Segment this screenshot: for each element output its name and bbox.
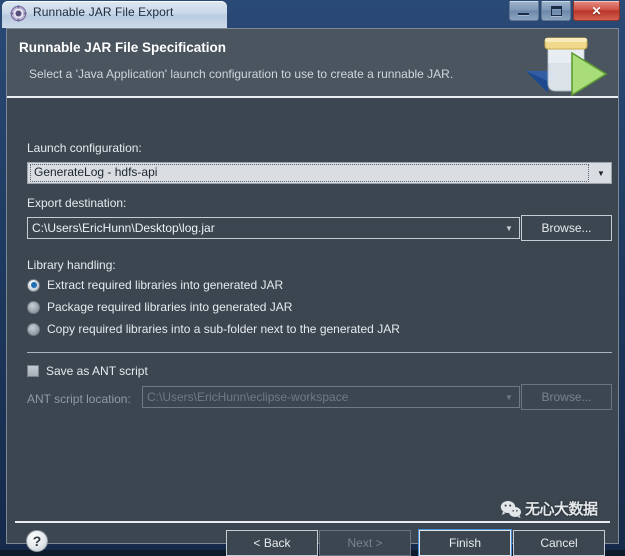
ant-browse-button-label: Browse... <box>541 390 592 404</box>
back-button-label: < Back <box>253 536 291 550</box>
finish-button-label: Finish <box>448 536 481 550</box>
library-handling-label-text: Library handling: <box>27 258 116 272</box>
next-button: Next > <box>319 530 411 556</box>
library-handling-label: Library handling: <box>27 258 116 272</box>
section-divider <box>27 352 612 353</box>
window-title: Runnable JAR File Export <box>33 5 174 19</box>
radio-copy-icon[interactable] <box>27 322 40 336</box>
cancel-button-label: Cancel <box>540 536 578 550</box>
export-destination-browse-button[interactable]: Browse... <box>521 215 612 241</box>
window-controls: ✕ <box>509 1 620 21</box>
window: Runnable JAR File Export ✕ Runnable JAR … <box>0 0 625 556</box>
launch-configuration-label: Launch configuration: <box>27 141 142 155</box>
chevron-down-icon[interactable]: ▼ <box>591 169 611 178</box>
help-icon[interactable]: ? <box>26 530 48 552</box>
radio-copy-label: Copy required libraries into a sub-folde… <box>47 322 400 336</box>
export-destination-value[interactable]: C:\Users\EricHunn\Desktop\log.jar <box>28 221 499 235</box>
chevron-down-icon[interactable]: ▼ <box>499 224 519 233</box>
restore-button[interactable] <box>541 1 571 21</box>
launch-configuration-value[interactable]: GenerateLog - hdfs-api <box>30 164 589 182</box>
minimize-button[interactable] <box>509 1 539 21</box>
launch-configuration-label-text: Launch configuration: <box>27 141 142 155</box>
eclipse-gear-icon <box>10 5 27 22</box>
back-button[interactable]: < Back <box>226 530 318 556</box>
jar-export-icon <box>518 31 610 96</box>
export-destination-label-text: Export destination: <box>27 196 127 210</box>
close-icon: ✕ <box>591 3 602 18</box>
help-icon-glyph: ? <box>32 533 42 549</box>
ant-script-location-value: C:\Users\EricHunn\eclipse-workspace <box>147 390 349 404</box>
banner-subtitle: Select a 'Java Application' launch confi… <box>29 67 454 81</box>
close-button[interactable]: ✕ <box>573 1 620 21</box>
ant-script-browse-button: Browse... <box>521 384 612 410</box>
save-ant-script-label: Save as ANT script <box>46 364 148 378</box>
radio-package-icon[interactable] <box>27 300 40 314</box>
export-destination-combo[interactable]: C:\Users\EricHunn\Desktop\log.jar ▼ <box>27 217 520 239</box>
ant-script-location-combo: C:\Users\EricHunn\eclipse-workspace ▼ <box>142 386 520 408</box>
radio-extract-libraries[interactable]: Extract required libraries into generate… <box>27 278 283 292</box>
title-bar[interactable]: Runnable JAR File Export ✕ <box>0 0 625 28</box>
ant-script-location-label-text: ANT script location: <box>27 392 131 406</box>
form-area: Launch configuration: GenerateLog - hdfs… <box>7 100 618 556</box>
radio-extract-icon[interactable] <box>27 278 40 292</box>
footer-separator <box>15 521 610 523</box>
radio-extract-label: Extract required libraries into generate… <box>47 278 284 292</box>
ant-script-location-label: ANT script location: <box>27 392 131 406</box>
radio-copy-libraries[interactable]: Copy required libraries into a sub-folde… <box>27 322 400 336</box>
finish-button[interactable]: Finish <box>419 530 511 556</box>
minimize-icon <box>518 13 529 15</box>
save-ant-script-checkbox[interactable] <box>27 365 39 377</box>
radio-package-label: Package required libraries into generate… <box>47 300 293 314</box>
export-destination-label: Export destination: <box>27 196 126 210</box>
launch-configuration-combo[interactable]: GenerateLog - hdfs-api ▼ <box>27 162 612 184</box>
save-ant-script-checkbox-row[interactable]: Save as ANT script <box>27 364 148 378</box>
dialog-banner: Runnable JAR File Specification Select a… <box>7 29 618 98</box>
cancel-button[interactable]: Cancel <box>513 530 605 556</box>
banner-title: Runnable JAR File Specification <box>19 40 227 55</box>
next-button-label: Next > <box>347 536 383 550</box>
radio-package-libraries[interactable]: Package required libraries into generate… <box>27 300 292 314</box>
browse-button-label: Browse... <box>541 221 592 235</box>
restore-icon <box>551 6 562 16</box>
dialog: Runnable JAR File Specification Select a… <box>6 28 619 556</box>
chevron-down-icon: ▼ <box>505 392 513 402</box>
